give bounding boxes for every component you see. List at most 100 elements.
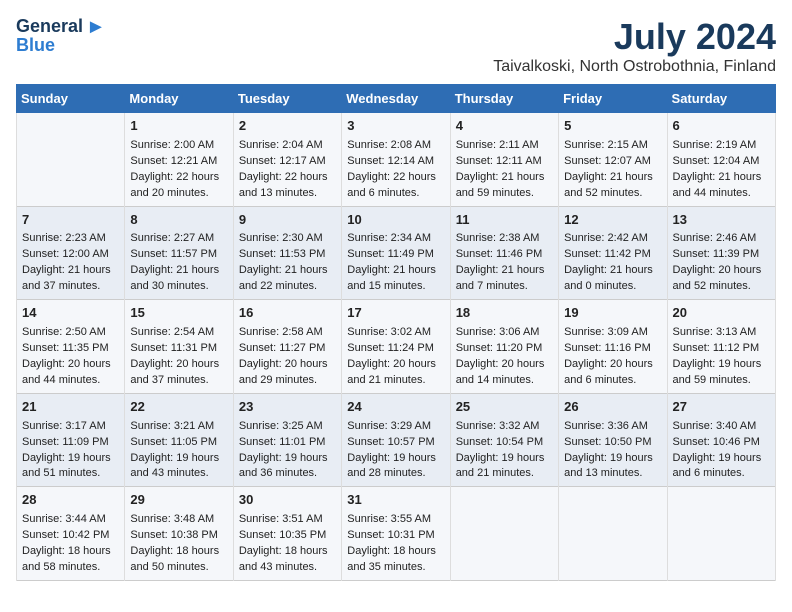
calendar-cell: 23Sunrise: 3:25 AMSunset: 11:01 PMDaylig… bbox=[233, 393, 341, 487]
calendar-cell: 17Sunrise: 3:02 AMSunset: 11:24 PMDaylig… bbox=[342, 300, 450, 394]
day-info: and 43 minutes. bbox=[239, 560, 336, 576]
day-info: Sunset: 12:17 AM bbox=[239, 154, 336, 170]
day-header-friday: Friday bbox=[559, 85, 667, 113]
day-info: and 52 minutes. bbox=[673, 279, 770, 295]
day-info: Daylight: 19 hours bbox=[456, 451, 553, 467]
day-info: Daylight: 20 hours bbox=[673, 263, 770, 279]
day-info: Daylight: 19 hours bbox=[130, 451, 227, 467]
logo-text: General ► Blue bbox=[16, 16, 106, 56]
day-info: and 44 minutes. bbox=[22, 373, 119, 389]
day-info: Sunrise: 3:44 AM bbox=[22, 512, 119, 528]
day-info: Daylight: 21 hours bbox=[239, 263, 336, 279]
day-number: 13 bbox=[673, 211, 770, 230]
day-info: Sunset: 11:53 PM bbox=[239, 247, 336, 263]
day-info: Daylight: 21 hours bbox=[130, 263, 227, 279]
title-block: July 2024 Taivalkoski, North Ostrobothni… bbox=[493, 16, 776, 76]
calendar-cell bbox=[667, 487, 775, 581]
day-number: 12 bbox=[564, 211, 661, 230]
day-info: Sunrise: 2:19 AM bbox=[673, 138, 770, 154]
day-info: Sunrise: 2:34 AM bbox=[347, 231, 444, 247]
day-number: 30 bbox=[239, 491, 336, 510]
day-info: Sunrise: 2:27 AM bbox=[130, 231, 227, 247]
calendar-cell: 14Sunrise: 2:50 AMSunset: 11:35 PMDaylig… bbox=[17, 300, 125, 394]
day-info: Sunset: 11:09 PM bbox=[22, 435, 119, 451]
day-info: and 51 minutes. bbox=[22, 466, 119, 482]
day-info: Daylight: 19 hours bbox=[564, 451, 661, 467]
day-info: Daylight: 19 hours bbox=[22, 451, 119, 467]
calendar-body: 1Sunrise: 2:00 AMSunset: 12:21 AMDayligh… bbox=[17, 113, 776, 581]
day-info: Daylight: 19 hours bbox=[347, 451, 444, 467]
day-header-row: SundayMondayTuesdayWednesdayThursdayFrid… bbox=[17, 85, 776, 113]
day-info: Daylight: 21 hours bbox=[347, 263, 444, 279]
day-number: 16 bbox=[239, 304, 336, 323]
calendar-cell: 22Sunrise: 3:21 AMSunset: 11:05 PMDaylig… bbox=[125, 393, 233, 487]
logo-blue: Blue bbox=[16, 36, 106, 56]
day-info: and 43 minutes. bbox=[130, 466, 227, 482]
calendar-cell: 5Sunrise: 2:15 AMSunset: 12:07 AMDayligh… bbox=[559, 113, 667, 207]
day-info: Daylight: 19 hours bbox=[673, 357, 770, 373]
calendar-cell: 21Sunrise: 3:17 AMSunset: 11:09 PMDaylig… bbox=[17, 393, 125, 487]
day-info: Daylight: 21 hours bbox=[456, 170, 553, 186]
day-number: 28 bbox=[22, 491, 119, 510]
week-row-5: 28 Sunrise: 3:44 AMSunset: 10:42 PM Daylig… bbox=[17, 487, 776, 581]
day-info: Daylight: 18 hours bbox=[130, 544, 227, 560]
day-info: Sunrise: 2:54 AM bbox=[130, 325, 227, 341]
calendar-cell bbox=[559, 487, 667, 581]
day-number: 9 bbox=[239, 211, 336, 230]
day-info: and 15 minutes. bbox=[347, 279, 444, 295]
day-info: Sunset: 11:42 PM bbox=[564, 247, 661, 263]
day-info: Sunrise: 2:50 AM bbox=[22, 325, 119, 341]
day-number: 27 bbox=[673, 398, 770, 417]
day-number: 10 bbox=[347, 211, 444, 230]
calendar-cell: 7Sunrise: 2:23 AMSunset: 12:00 AMDayligh… bbox=[17, 206, 125, 300]
day-number: 4 bbox=[456, 117, 553, 136]
day-info: Sunset: 10:42 PM bbox=[22, 528, 119, 544]
day-info: Daylight: 20 hours bbox=[239, 357, 336, 373]
day-info: and 58 minutes. bbox=[22, 560, 119, 576]
calendar-cell: 13Sunrise: 2:46 AMSunset: 11:39 PMDaylig… bbox=[667, 206, 775, 300]
day-info: Sunrise: 3:36 AM bbox=[564, 419, 661, 435]
day-info: Sunset: 12:07 AM bbox=[564, 154, 661, 170]
calendar-cell: 30Sunrise: 3:51 AMSunset: 10:35 PMDaylig… bbox=[233, 487, 341, 581]
day-info: Daylight: 22 hours bbox=[239, 170, 336, 186]
day-info: Sunset: 11:27 PM bbox=[239, 341, 336, 357]
day-info: Daylight: 19 hours bbox=[673, 451, 770, 467]
calendar-cell: 9Sunrise: 2:30 AMSunset: 11:53 PMDayligh… bbox=[233, 206, 341, 300]
day-info: Sunrise: 2:58 AM bbox=[239, 325, 336, 341]
calendar-cell: 16 Sunrise: 2:58 AMSunset: 11:27 PMDaylig… bbox=[233, 300, 341, 394]
day-info: and 37 minutes. bbox=[130, 373, 227, 389]
day-info: Daylight: 21 hours bbox=[564, 263, 661, 279]
day-info: Daylight: 22 hours bbox=[347, 170, 444, 186]
day-info: and 44 minutes. bbox=[673, 186, 770, 202]
day-header-thursday: Thursday bbox=[450, 85, 558, 113]
day-info: and 13 minutes. bbox=[239, 186, 336, 202]
day-info: Sunrise: 3:40 AM bbox=[673, 419, 770, 435]
day-info: Sunrise: 2:42 AM bbox=[564, 231, 661, 247]
day-info: Sunset: 11:31 PM bbox=[130, 341, 227, 357]
calendar-cell: 11Sunrise: 2:38 AMSunset: 11:46 PMDaylig… bbox=[450, 206, 558, 300]
day-info: Sunrise: 2:38 AM bbox=[456, 231, 553, 247]
day-info: Sunrise: 2:08 AM bbox=[347, 138, 444, 154]
calendar-cell: 10Sunrise: 2:34 AMSunset: 11:49 PMDaylig… bbox=[342, 206, 450, 300]
day-header-sunday: Sunday bbox=[17, 85, 125, 113]
day-info: and 20 minutes. bbox=[130, 186, 227, 202]
day-info: and 21 minutes. bbox=[456, 466, 553, 482]
day-info: Sunset: 10:31 PM bbox=[347, 528, 444, 544]
day-info: and 7 minutes. bbox=[456, 279, 553, 295]
logo-arrow-icon: ► bbox=[86, 16, 106, 38]
day-info: Sunrise: 3:17 AM bbox=[22, 419, 119, 435]
day-number: 31 bbox=[347, 491, 444, 510]
calendar-cell bbox=[450, 487, 558, 581]
day-info: Sunset: 10:50 PM bbox=[564, 435, 661, 451]
calendar-cell: 8Sunrise: 2:27 AMSunset: 11:57 PMDayligh… bbox=[125, 206, 233, 300]
day-info: Sunset: 12:00 AM bbox=[22, 247, 119, 263]
day-number: 1 bbox=[130, 117, 227, 136]
day-info: Sunset: 10:57 PM bbox=[347, 435, 444, 451]
day-info: Sunset: 10:38 PM bbox=[130, 528, 227, 544]
day-info: Sunrise: 2:00 AM bbox=[130, 138, 227, 154]
calendar-cell: 4Sunrise: 2:11 AMSunset: 12:11 AMDayligh… bbox=[450, 113, 558, 207]
calendar-cell: 29Sunrise: 3:48 AMSunset: 10:38 PMDaylig… bbox=[125, 487, 233, 581]
day-info: Sunset: 12:11 AM bbox=[456, 154, 553, 170]
calendar-cell: 28Sunrise: 3:44 AMSunset: 10:42 PMDaylig… bbox=[17, 487, 125, 581]
day-number: 26 bbox=[564, 398, 661, 417]
